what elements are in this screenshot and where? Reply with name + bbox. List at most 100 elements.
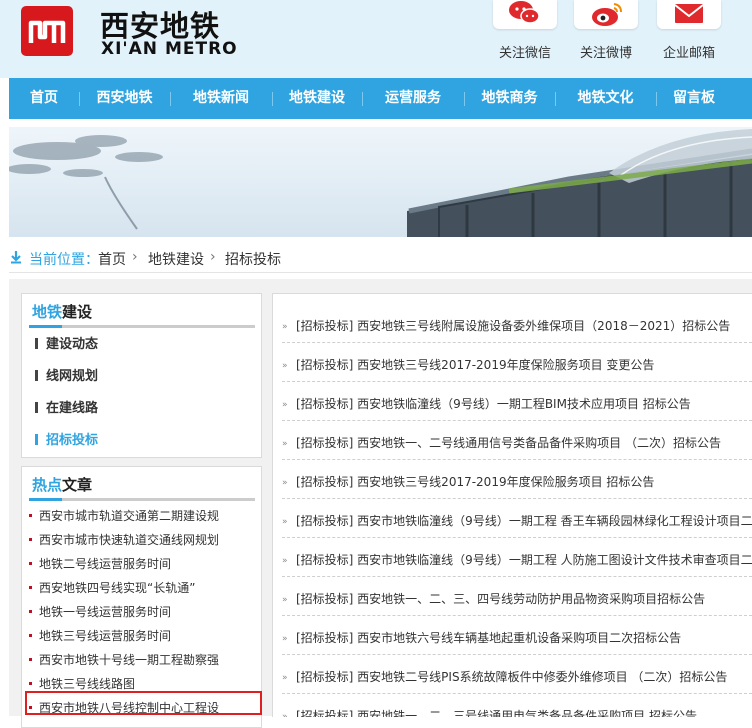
category-item-label: 建设动态 <box>46 337 99 352</box>
hot-article-title: 西安市城市快速轨道交通线网规划 <box>39 533 220 547</box>
article-list-item[interactable]: » [招标投标] 西安市地铁六号线车辆基地起重机设备采购项目二次招标公告 <box>282 616 752 655</box>
article-title: [招标投标] 西安市地铁临潼线（9号线）一期工程 香王车辆段园林绿化工程设计项目… <box>296 514 752 528</box>
double-chevron-icon: » <box>282 556 288 566</box>
nav-metro-news[interactable]: 地铁新闻 <box>170 78 272 119</box>
site-header: 西安地铁 XI'AN METRO 关注微信 关注微博 企业邮箱 <box>0 0 752 78</box>
double-chevron-icon: » <box>282 673 288 683</box>
bullet-icon <box>29 514 32 517</box>
breadcrumb-current[interactable]: 招标投标 <box>225 249 281 269</box>
wechat-icon <box>493 0 557 29</box>
article-list-item[interactable]: » [招标投标] 西安地铁临潼线（9号线）一期工程BIM技术应用项目 招标公告 <box>282 382 752 421</box>
enterprise-mail-link[interactable]: 企业邮箱 <box>656 0 722 61</box>
article-title: [招标投标] 西安市地铁临潼线（9号线）一期工程 人防施工图设计文件技术审查项目… <box>296 553 752 567</box>
article-list-item[interactable]: » [招标投标] 西安地铁二号线PIS系统故障板件中修委外维修项目 （二次）招标公… <box>282 655 752 694</box>
category-panel: 地铁建设 建设动态 线网规划 在建线路 招标投标 <box>21 293 262 458</box>
nav-metro-culture[interactable]: 地铁文化 <box>555 78 656 119</box>
double-chevron-icon: » <box>282 361 288 371</box>
hot-title-highlight: 热点 <box>32 476 63 494</box>
bullet-icon <box>29 658 32 661</box>
double-chevron-icon: » <box>282 439 288 449</box>
breadcrumb: 当前位置： 首页 › 地铁建设 › 招标投标 <box>9 243 752 273</box>
article-list: » [招标投标] 西安地铁三号线附属设施设备委外维保项目（2018－2021）招标… <box>272 293 752 717</box>
hot-article-title: 地铁三号线运营服务时间 <box>39 629 172 643</box>
article-list-item[interactable]: » [招标投标] 西安市地铁临潼线（9号线）一期工程 人防施工图设计文件技术审查项… <box>282 538 752 577</box>
category-title-rule <box>29 325 255 328</box>
article-title: [招标投标] 西安地铁临潼线（9号线）一期工程BIM技术应用项目 招标公告 <box>296 397 691 411</box>
double-chevron-icon: » <box>282 712 288 717</box>
category-bullet <box>35 434 38 445</box>
category-item-label: 线网规划 <box>46 369 99 384</box>
bullet-icon <box>29 586 32 589</box>
category-bullet <box>35 370 38 381</box>
article-title: [招标投标] 西安地铁三号线2017-2019年度保险服务项目 招标公告 <box>296 475 655 489</box>
site-name-en: XI'AN METRO <box>101 39 238 59</box>
hot-article-item[interactable]: 地铁三号线线路图 <box>29 675 259 692</box>
breadcrumb-divider <box>9 272 752 273</box>
hot-article-item[interactable]: 西安地铁四号线实现“长轨通” <box>29 579 259 596</box>
category-title-highlight: 地铁 <box>32 303 63 321</box>
nav-message-board[interactable]: 留言板 <box>656 78 732 119</box>
article-title: [招标投标] 西安市地铁六号线车辆基地起重机设备采购项目二次招标公告 <box>296 631 682 645</box>
category-item-bidding[interactable]: 招标投标 <box>35 429 98 448</box>
hot-article-item[interactable]: 地铁三号线运营服务时间 <box>29 627 259 644</box>
follow-weibo-label: 关注微博 <box>579 46 632 61</box>
double-chevron-icon: » <box>282 400 288 410</box>
breadcrumb-separator: › <box>210 249 216 265</box>
hot-title: 热点文章 <box>32 474 92 495</box>
article-list-item[interactable]: » [招标投标] 西安地铁一、二、三号线通用电气类备品备件采购项目 招标公告 <box>282 694 752 717</box>
hot-articles-panel: 热点文章 西安市城市轨道交通第二期建设规 西安市城市快速轨道交通线网规划 地铁二… <box>21 466 262 728</box>
category-item-construction-news[interactable]: 建设动态 <box>35 333 98 352</box>
nav-metro-business[interactable]: 地铁商务 <box>464 78 555 119</box>
nav-xian-metro[interactable]: 西安地铁 <box>79 78 170 119</box>
category-item-label: 招标投标 <box>46 433 99 448</box>
follow-weibo-link[interactable]: 关注微博 <box>573 0 639 61</box>
hot-article-title: 西安地铁四号线实现“长轨通” <box>39 581 196 595</box>
article-list-item[interactable]: » [招标投标] 西安地铁三号线2017-2019年度保险服务项目 招标公告 <box>282 460 752 499</box>
hot-article-title: 西安市地铁十号线一期工程勘察强 <box>39 653 220 667</box>
double-chevron-icon: » <box>282 634 288 644</box>
article-list-item[interactable]: » [招标投标] 西安地铁三号线2017-2019年度保险服务项目 变更公告 <box>282 343 752 382</box>
article-list-item[interactable]: » [招标投标] 西安地铁一、二号线通用信号类备品备件采购项目 （二次）招标公告 <box>282 421 752 460</box>
hot-article-item[interactable]: 西安市城市快速轨道交通线网规划 <box>29 531 259 548</box>
follow-wechat-label: 关注微信 <box>498 46 551 61</box>
weibo-icon <box>574 0 638 29</box>
article-list-item[interactable]: » [招标投标] 西安市地铁临潼线（9号线）一期工程 香王车辆段园林绿化工程设计项… <box>282 499 752 538</box>
enterprise-mail-label: 企业邮箱 <box>662 46 715 61</box>
article-title: [招标投标] 西安地铁三号线2017-2019年度保险服务项目 变更公告 <box>296 358 655 372</box>
metro-logo-mark <box>28 20 66 43</box>
hot-article-item[interactable]: 西安市地铁十号线一期工程勘察强 <box>29 651 259 668</box>
breadcrumb-home[interactable]: 首页 <box>98 249 126 269</box>
category-item-lines-under-construction[interactable]: 在建线路 <box>35 397 98 416</box>
double-chevron-icon: » <box>282 478 288 488</box>
bullet-icon <box>29 634 32 637</box>
main-nav: 首页 西安地铁 地铁新闻 地铁建设 运营服务 地铁商务 地铁文化 留言板 <box>9 78 752 119</box>
article-list-item[interactable]: » [招标投标] 西安地铁三号线附属设施设备委外维保项目（2018－2021）招标… <box>282 304 752 343</box>
nav-metro-construction[interactable]: 地铁建设 <box>272 78 362 119</box>
double-chevron-icon: » <box>282 517 288 527</box>
hot-article-item[interactable]: 地铁一号线运营服务时间 <box>29 603 259 620</box>
breadcrumb-label: 当前位置： <box>29 252 99 268</box>
hot-article-title: 地铁三号线线路图 <box>39 677 136 691</box>
download-arrow-icon <box>11 251 21 264</box>
category-item-label: 在建线路 <box>46 401 99 416</box>
hot-title-rule <box>29 498 255 501</box>
hot-title-rule-accent <box>29 498 62 501</box>
metro-logo-icon[interactable] <box>21 6 73 56</box>
highlight-box <box>25 691 262 715</box>
nav-home[interactable]: 首页 <box>9 78 79 119</box>
double-chevron-icon: » <box>282 595 288 605</box>
category-title-rest: 建设 <box>62 303 93 321</box>
breadcrumb-separator: › <box>132 249 138 265</box>
nav-operation-services[interactable]: 运营服务 <box>362 78 464 119</box>
article-title: [招标投标] 西安地铁三号线附属设施设备委外维保项目（2018－2021）招标公… <box>296 319 731 333</box>
bullet-icon <box>29 538 32 541</box>
category-item-network-planning[interactable]: 线网规划 <box>35 365 98 384</box>
article-list-item[interactable]: » [招标投标] 西安地铁一、二、三、四号线劳动防护用品物资采购项目招标公告 <box>282 577 752 616</box>
mail-icon <box>657 0 721 29</box>
article-title: [招标投标] 西安地铁二号线PIS系统故障板件中修委外维修项目 （二次）招标公告 <box>296 670 728 684</box>
breadcrumb-construction[interactable]: 地铁建设 <box>148 249 204 269</box>
category-bullet <box>35 402 38 413</box>
hot-article-item[interactable]: 西安市城市轨道交通第二期建设规 <box>29 507 259 524</box>
follow-wechat-link[interactable]: 关注微信 <box>492 0 558 61</box>
hot-article-item[interactable]: 地铁二号线运营服务时间 <box>29 555 259 572</box>
